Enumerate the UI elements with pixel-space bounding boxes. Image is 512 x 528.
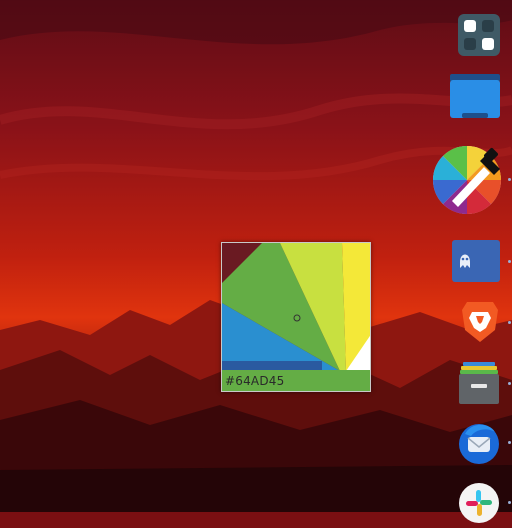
running-indicator (508, 441, 511, 444)
running-indicator (508, 178, 511, 181)
archive-button[interactable] (457, 362, 501, 404)
hex-value-bar: #64AD45 (222, 370, 370, 391)
archive-box-icon (459, 362, 499, 404)
brave-browser-button[interactable] (461, 300, 499, 344)
color-picker-magnifier: #64AD45 (221, 242, 371, 392)
running-indicator (508, 260, 511, 263)
slack-button[interactable] (458, 482, 500, 524)
ghost-app-button[interactable] (452, 240, 500, 282)
running-indicator (508, 501, 511, 504)
lion-icon (462, 302, 498, 342)
ghost-icon (452, 240, 500, 282)
file-manager-button[interactable] (450, 72, 500, 120)
color-picker-app-button[interactable] (432, 145, 502, 215)
app-launcher-button[interactable] (458, 14, 500, 56)
running-indicator (508, 382, 511, 385)
slack-icon (459, 483, 499, 523)
hex-value-text: #64AD45 (225, 373, 285, 388)
thunderbird-button[interactable] (457, 420, 501, 464)
color-wheel-icon (433, 146, 501, 214)
thunderbird-icon (459, 424, 499, 464)
folder-icon (450, 74, 500, 118)
grid-icon (458, 14, 500, 56)
running-indicator (508, 321, 511, 324)
